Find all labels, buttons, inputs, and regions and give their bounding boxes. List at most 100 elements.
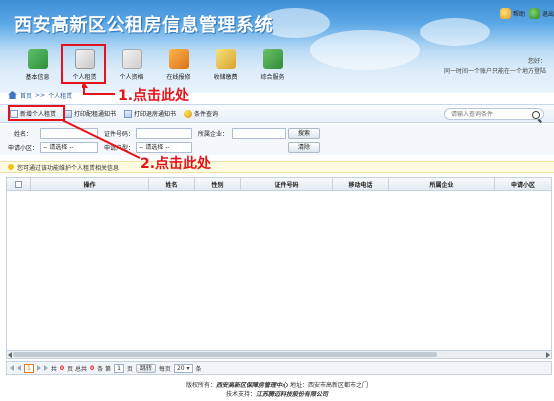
owner-name: 西安高新区保障房管理中心 (216, 382, 289, 389)
condition-query-button[interactable]: 条件查询 (184, 109, 218, 118)
online-repair-icon (168, 49, 189, 69)
exit-link[interactable]: 退出 (528, 8, 554, 19)
nav-label: 综合服务 (260, 74, 285, 81)
nav-label: 基本信息 (25, 74, 50, 81)
app-title: 西安高新区公租房信息管理系统 (14, 15, 273, 36)
per-page-value: 20 (176, 364, 185, 372)
address-text: 西安市高新区都市之门 (307, 382, 368, 389)
select-all-cell (7, 178, 31, 190)
query-label: 条件查询 (194, 111, 219, 118)
nav-label: 收储缴费 (213, 74, 238, 81)
nav-item-personal-qualification[interactable]: 个人资格 (108, 47, 155, 81)
select-all-checkbox[interactable] (15, 180, 22, 188)
arrow-annotation-icon (61, 119, 141, 159)
annotation-step-1: 1.点击此处 (118, 88, 190, 104)
go-button[interactable]: 跳转 (135, 363, 156, 373)
annotation-step-2: 2.点击此处 (140, 156, 212, 172)
company-input[interactable] (232, 128, 286, 139)
print-checkout-label: 打印退房通知书 (134, 111, 177, 118)
footer: 版权所有：西安高新区保障房管理中心 地址：西安市高新区都市之门 技术支持：江苏腾… (0, 379, 554, 401)
highlight-box-add-button (8, 105, 65, 121)
support-name: 江苏腾迈科技股份有限公司 (256, 391, 329, 398)
page-input[interactable]: 1 (114, 363, 124, 373)
print-icon (64, 109, 73, 118)
company-label: 所属企业： (198, 131, 229, 138)
column-header[interactable]: 操作 (31, 178, 149, 190)
arrow-annotation-icon (82, 82, 115, 95)
cloud-decoration (310, 30, 420, 70)
top-links: 帮助 退出 (499, 8, 554, 19)
print-notice-label: 打印配租通知书 (74, 111, 117, 118)
nav-label: 个人资格 (119, 74, 144, 81)
fee-payment-icon (215, 49, 236, 69)
breadcrumb-home[interactable]: 首页 (20, 91, 32, 100)
page-suffix: 页 (126, 365, 133, 373)
cloud-decoration (420, 18, 490, 46)
search-icon[interactable] (532, 111, 540, 119)
main-nav: 基本信息 个人租赁 个人资格 在线报修 收储缴费 综合服务 (14, 47, 296, 81)
next-page-icon[interactable] (36, 365, 41, 371)
support-label: 技术支持： (225, 391, 256, 398)
copyright-label: 版权所有： (186, 382, 217, 389)
clear-button[interactable]: 清除 (288, 142, 320, 153)
help-link[interactable]: 帮助 (499, 8, 525, 19)
prev-page-icon[interactable] (17, 365, 21, 371)
nav-item-online-repair[interactable]: 在线报修 (155, 47, 202, 81)
home-icon (8, 91, 17, 99)
key-icon (184, 109, 193, 118)
column-header[interactable]: 性别 (195, 178, 241, 190)
scroll-left-arrow[interactable] (8, 352, 12, 358)
per-page-select[interactable]: 20 ▾ (173, 363, 193, 373)
exit-label: 退出 (541, 11, 554, 18)
search-input[interactable] (451, 110, 531, 118)
login-info: 同一时间一个账户只能在一个地方登陆 (443, 68, 546, 75)
footer-line-1: 版权所有：西安高新区保障房管理中心 地址：西安市高新区都市之门 (0, 381, 554, 390)
nav-item-integrated-service[interactable]: 综合服务 (249, 47, 296, 81)
lightbulb-icon (8, 164, 14, 170)
scrollbar-thumb[interactable] (13, 352, 437, 357)
page-count-suffix: 页 总共 (67, 365, 87, 373)
integrated-service-icon (262, 49, 283, 69)
column-header[interactable]: 证件号码 (241, 178, 333, 190)
search-box (444, 108, 544, 120)
first-page-icon[interactable] (10, 365, 14, 371)
total-records: 0 (89, 364, 95, 372)
page-count-prefix: 共 (50, 365, 57, 373)
id-number-input[interactable] (136, 128, 192, 139)
apartment-type-select[interactable]: -- 请选择 -- (136, 142, 192, 153)
name-label: 姓名： (14, 131, 33, 138)
print-icon (124, 109, 133, 118)
scroll-right-arrow[interactable] (546, 352, 550, 358)
breadcrumb-separator: >> (35, 91, 46, 99)
current-page[interactable]: 1 (24, 363, 34, 373)
per-page-suffix: 条 (195, 365, 202, 373)
help-label: 帮助 (512, 11, 525, 18)
column-header[interactable]: 所属企业 (389, 178, 495, 190)
search-button[interactable]: 搜索 (288, 128, 320, 139)
table-body (6, 191, 552, 350)
basic-info-icon (27, 49, 48, 69)
last-page-icon[interactable] (43, 365, 48, 371)
per-page-label: 每页 (158, 365, 171, 373)
column-header[interactable]: 姓名 (149, 178, 195, 190)
footer-line-2: 技术支持：江苏腾迈科技股份有限公司 (0, 390, 554, 399)
highlight-box-nav (61, 44, 106, 84)
nav-item-basic-info[interactable]: 基本信息 (14, 47, 61, 81)
nav-item-fee-payment[interactable]: 收储缴费 (202, 47, 249, 81)
print-checkout-notice-button[interactable]: 打印退房通知书 (124, 109, 176, 118)
help-icon (499, 8, 511, 19)
pagination-bar: 1 共 0 页 总共 0 条 第 1 页 跳转 每页 20 ▾ 条 (6, 361, 552, 375)
personal-qualification-icon (121, 49, 142, 69)
app-window: 西安高新区公租房信息管理系统 帮助 退出 基本信息 个人租赁 个人资格 在线报修… (0, 0, 554, 401)
column-header[interactable]: 申请小区 (495, 178, 551, 190)
table-header: 操作 姓名 性别 证件号码 移动电话 所属企业 申请小区 (6, 177, 552, 191)
total-pages: 0 (59, 364, 65, 372)
print-allocation-notice-button[interactable]: 打印配租通知书 (64, 109, 116, 118)
address-label: 地址： (288, 382, 308, 389)
breadcrumb-current: 个人租赁 (48, 92, 73, 100)
community-label: 申请小区： (8, 145, 39, 152)
records-suffix: 条 第 (97, 365, 112, 373)
horizontal-scrollbar[interactable] (6, 350, 552, 359)
user-info: 您好： 同一时间一个账户只能在一个地方登陆 (444, 57, 546, 77)
column-header[interactable]: 移动电话 (333, 178, 389, 190)
